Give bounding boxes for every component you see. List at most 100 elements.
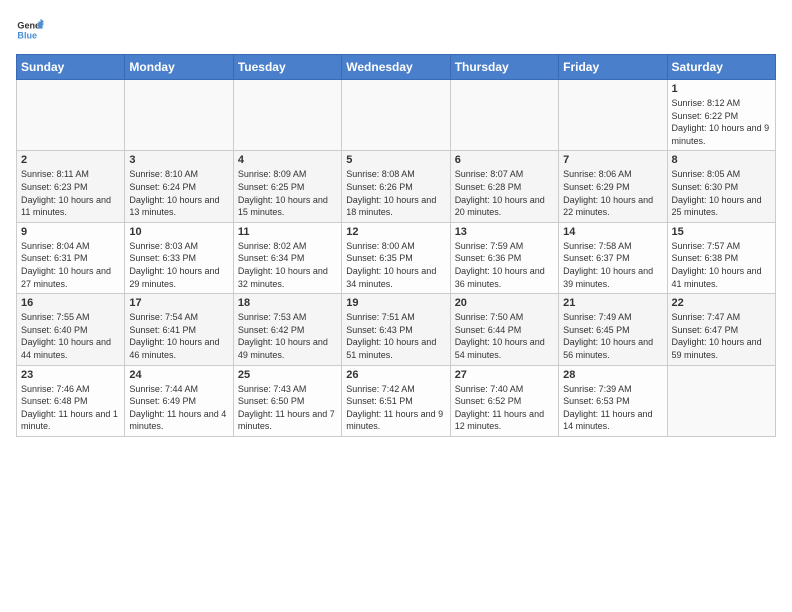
day-number: 11 (238, 226, 337, 238)
day-number: 3 (129, 154, 228, 166)
calendar-cell: 26 Sunrise: 7:42 AM Sunset: 6:51 PM Dayli… (342, 365, 450, 436)
day-number: 20 (455, 297, 554, 309)
calendar-week-row: 16 Sunrise: 7:55 AM Sunset: 6:40 PM Dayli… (17, 294, 776, 365)
day-info: Sunrise: 7:53 AM Sunset: 6:42 PM Dayligh… (238, 311, 337, 361)
day-number: 23 (21, 369, 120, 381)
day-info: Sunrise: 8:05 AM Sunset: 6:30 PM Dayligh… (672, 168, 771, 218)
day-number: 15 (672, 226, 771, 238)
day-info: Sunrise: 7:54 AM Sunset: 6:41 PM Dayligh… (129, 311, 228, 361)
calendar-cell: 1 Sunrise: 8:12 AM Sunset: 6:22 PM Daylig… (667, 80, 775, 151)
calendar-cell: 15 Sunrise: 7:57 AM Sunset: 6:38 PM Dayli… (667, 222, 775, 293)
day-number: 27 (455, 369, 554, 381)
day-info: Sunrise: 8:03 AM Sunset: 6:33 PM Dayligh… (129, 240, 228, 290)
day-number: 24 (129, 369, 228, 381)
day-number: 7 (563, 154, 662, 166)
calendar-cell: 14Sunrise: 7:58 AM Sunset: 6:37 PM Dayli… (559, 222, 667, 293)
day-number: 16 (21, 297, 120, 309)
calendar-cell: 12 Sunrise: 8:00 AM Sunset: 6:35 PM Dayli… (342, 222, 450, 293)
day-number: 5 (346, 154, 445, 166)
day-info: Sunrise: 8:07 AM Sunset: 6:28 PM Dayligh… (455, 168, 554, 218)
day-number: 19 (346, 297, 445, 309)
logo: General Blue (16, 16, 48, 44)
calendar-cell: 6 Sunrise: 8:07 AM Sunset: 6:28 PM Daylig… (450, 151, 558, 222)
calendar-cell: 8 Sunrise: 8:05 AM Sunset: 6:30 PM Daylig… (667, 151, 775, 222)
calendar-cell: 22 Sunrise: 7:47 AM Sunset: 6:47 PM Dayli… (667, 294, 775, 365)
calendar-cell (559, 80, 667, 151)
day-info: Sunrise: 8:06 AM Sunset: 6:29 PM Dayligh… (563, 168, 662, 218)
day-info: Sunrise: 7:44 AM Sunset: 6:49 PM Dayligh… (129, 383, 228, 433)
calendar-week-row: 23 Sunrise: 7:46 AM Sunset: 6:48 PM Dayli… (17, 365, 776, 436)
calendar-cell: 24 Sunrise: 7:44 AM Sunset: 6:49 PM Dayli… (125, 365, 233, 436)
calendar-cell: 7 Sunrise: 8:06 AM Sunset: 6:29 PM Daylig… (559, 151, 667, 222)
calendar: SundayMondayTuesdayWednesdayThursdayFrid… (16, 54, 776, 437)
day-number: 9 (21, 226, 120, 238)
calendar-cell: 20 Sunrise: 7:50 AM Sunset: 6:44 PM Dayli… (450, 294, 558, 365)
calendar-cell: 21 Sunrise: 7:49 AM Sunset: 6:45 PM Dayli… (559, 294, 667, 365)
day-info: Sunrise: 8:00 AM Sunset: 6:35 PM Dayligh… (346, 240, 445, 290)
day-info: Sunrise: 7:59 AM Sunset: 6:36 PM Dayligh… (455, 240, 554, 290)
day-info: Sunrise: 7:58 AM Sunset: 6:37 PM Dayligh… (563, 240, 662, 290)
calendar-cell: 9 Sunrise: 8:04 AM Sunset: 6:31 PM Daylig… (17, 222, 125, 293)
day-header-monday: Monday (125, 55, 233, 80)
day-info: Sunrise: 7:50 AM Sunset: 6:44 PM Dayligh… (455, 311, 554, 361)
calendar-cell (125, 80, 233, 151)
day-number: 8 (672, 154, 771, 166)
svg-text:Blue: Blue (17, 30, 37, 40)
calendar-cell: 18Sunrise: 7:53 AM Sunset: 6:42 PM Dayli… (233, 294, 341, 365)
calendar-cell (450, 80, 558, 151)
day-info: Sunrise: 8:04 AM Sunset: 6:31 PM Dayligh… (21, 240, 120, 290)
day-header-sunday: Sunday (17, 55, 125, 80)
day-number: 12 (346, 226, 445, 238)
day-header-saturday: Saturday (667, 55, 775, 80)
day-info: Sunrise: 7:55 AM Sunset: 6:40 PM Dayligh… (21, 311, 120, 361)
day-info: Sunrise: 7:47 AM Sunset: 6:47 PM Dayligh… (672, 311, 771, 361)
day-info: Sunrise: 8:09 AM Sunset: 6:25 PM Dayligh… (238, 168, 337, 218)
day-number: 17 (129, 297, 228, 309)
calendar-header-row: SundayMondayTuesdayWednesdayThursdayFrid… (17, 55, 776, 80)
calendar-cell (17, 80, 125, 151)
day-info: Sunrise: 8:11 AM Sunset: 6:23 PM Dayligh… (21, 168, 120, 218)
day-info: Sunrise: 8:02 AM Sunset: 6:34 PM Dayligh… (238, 240, 337, 290)
calendar-cell: 2 Sunrise: 8:11 AM Sunset: 6:23 PM Daylig… (17, 151, 125, 222)
calendar-week-row: 9 Sunrise: 8:04 AM Sunset: 6:31 PM Daylig… (17, 222, 776, 293)
calendar-cell (667, 365, 775, 436)
calendar-cell (342, 80, 450, 151)
day-number: 1 (672, 83, 771, 95)
calendar-cell: 5 Sunrise: 8:08 AM Sunset: 6:26 PM Daylig… (342, 151, 450, 222)
day-number: 10 (129, 226, 228, 238)
day-info: Sunrise: 7:43 AM Sunset: 6:50 PM Dayligh… (238, 383, 337, 433)
calendar-cell: 23 Sunrise: 7:46 AM Sunset: 6:48 PM Dayli… (17, 365, 125, 436)
day-info: Sunrise: 7:49 AM Sunset: 6:45 PM Dayligh… (563, 311, 662, 361)
calendar-cell: 28Sunrise: 7:39 AM Sunset: 6:53 PM Dayli… (559, 365, 667, 436)
calendar-cell: 19 Sunrise: 7:51 AM Sunset: 6:43 PM Dayli… (342, 294, 450, 365)
day-info: Sunrise: 7:40 AM Sunset: 6:52 PM Dayligh… (455, 383, 554, 433)
day-info: Sunrise: 7:57 AM Sunset: 6:38 PM Dayligh… (672, 240, 771, 290)
day-number: 26 (346, 369, 445, 381)
day-info: Sunrise: 7:42 AM Sunset: 6:51 PM Dayligh… (346, 383, 445, 433)
day-info: Sunrise: 7:39 AM Sunset: 6:53 PM Dayligh… (563, 383, 662, 433)
calendar-week-row: 1 Sunrise: 8:12 AM Sunset: 6:22 PM Daylig… (17, 80, 776, 151)
day-number: 21 (563, 297, 662, 309)
day-number: 25 (238, 369, 337, 381)
day-header-tuesday: Tuesday (233, 55, 341, 80)
calendar-cell (233, 80, 341, 151)
calendar-cell: 4 Sunrise: 8:09 AM Sunset: 6:25 PM Daylig… (233, 151, 341, 222)
day-number: 4 (238, 154, 337, 166)
day-info: Sunrise: 8:08 AM Sunset: 6:26 PM Dayligh… (346, 168, 445, 218)
day-info: Sunrise: 7:51 AM Sunset: 6:43 PM Dayligh… (346, 311, 445, 361)
day-info: Sunrise: 8:12 AM Sunset: 6:22 PM Dayligh… (672, 97, 771, 147)
calendar-cell: 27 Sunrise: 7:40 AM Sunset: 6:52 PM Dayli… (450, 365, 558, 436)
day-header-friday: Friday (559, 55, 667, 80)
day-info: Sunrise: 7:46 AM Sunset: 6:48 PM Dayligh… (21, 383, 120, 433)
calendar-cell: 25 Sunrise: 7:43 AM Sunset: 6:50 PM Dayli… (233, 365, 341, 436)
header: General Blue (16, 16, 776, 44)
day-header-thursday: Thursday (450, 55, 558, 80)
day-number: 13 (455, 226, 554, 238)
calendar-cell: 16 Sunrise: 7:55 AM Sunset: 6:40 PM Dayli… (17, 294, 125, 365)
calendar-cell: 17 Sunrise: 7:54 AM Sunset: 6:41 PM Dayli… (125, 294, 233, 365)
calendar-cell: 3Sunrise: 8:10 AM Sunset: 6:24 PM Daylig… (125, 151, 233, 222)
day-number: 22 (672, 297, 771, 309)
day-header-wednesday: Wednesday (342, 55, 450, 80)
day-number: 6 (455, 154, 554, 166)
day-number: 2 (21, 154, 120, 166)
